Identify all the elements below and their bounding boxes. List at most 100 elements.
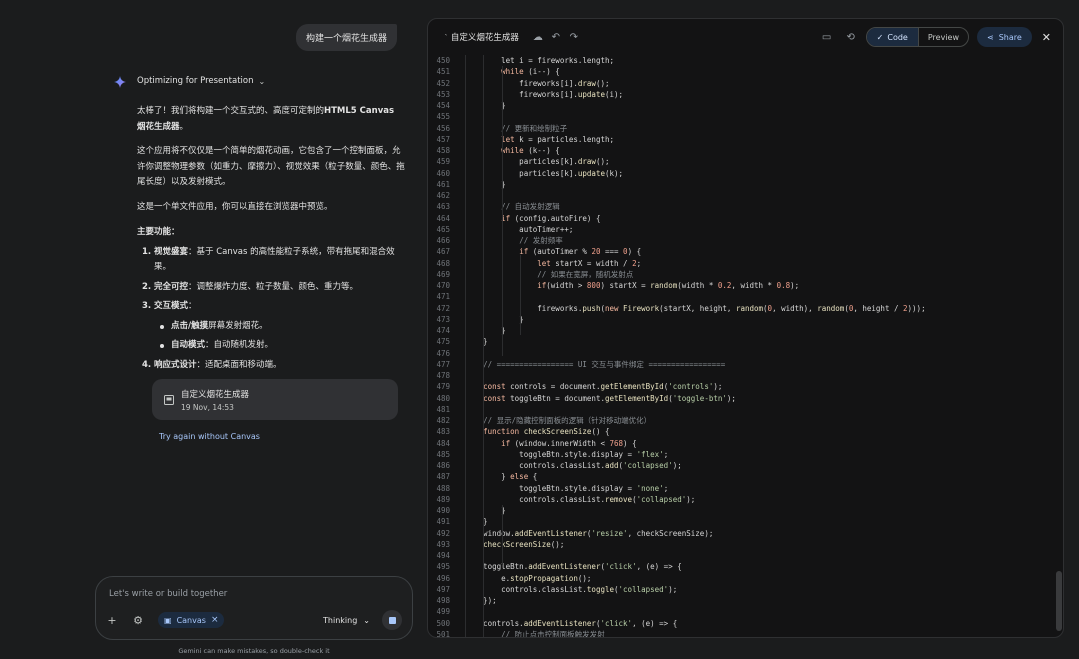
prompt-input[interactable]: Let's write or build together [109, 589, 227, 599]
redo-icon[interactable]: ↷ [567, 30, 581, 44]
canvas-card[interactable]: 自定义烟花生成器 19 Nov, 14:53 [152, 379, 398, 420]
thinking-toggle[interactable]: Optimizing for Presentation ⌄ [137, 76, 265, 86]
code-line: 480 const toggleBtn = document.getElemen… [428, 393, 1063, 404]
history-icon[interactable]: ⟲ [844, 30, 858, 44]
try-again-link[interactable]: Try again without Canvas [159, 432, 260, 441]
line-number: 464 [436, 213, 450, 223]
canvas-card-date: 19 Nov, 14:53 [181, 402, 234, 412]
code-line: 453 fireworks[i].update(i); [428, 89, 1063, 100]
code-line: 477 // ================= UI 交互与事件绑定 ====… [428, 359, 1063, 370]
list-item: 2. 完全可控：调整爆炸力度、粒子数量、颜色、重力等。 [142, 281, 359, 292]
close-icon[interactable]: ✕ [1042, 31, 1051, 44]
chevron-down-icon: ⌄ [363, 615, 370, 625]
line-number: 481 [436, 404, 450, 414]
console-icon[interactable]: ▭ [820, 30, 834, 44]
line-number: 483 [436, 427, 450, 437]
tab-preview[interactable]: Preview [919, 28, 968, 46]
code-line: 455 [428, 111, 1063, 122]
code-text: let k = particles.length; [501, 134, 615, 144]
code-line: 484 if (window.innerWidth < 768) { [428, 438, 1063, 449]
canvas-header: ‵ 自定义烟花生成器 ☁ ↶ ↷ ▭ ⟲ ✓ Code Preview ⋖ Sha… [428, 19, 1063, 55]
code-line: 495 toggleBtn.addEventListener('click', … [428, 561, 1063, 572]
code-text: // 自动发射逻辑 [501, 202, 560, 212]
code-line: 483 function checkScreenSize() { [428, 426, 1063, 437]
canvas-chip[interactable]: ▣ Canvas × [158, 612, 225, 628]
line-number: 451 [436, 67, 450, 77]
code-line: 478 [428, 370, 1063, 381]
code-text: controls.classList.remove('collapsed'); [465, 494, 696, 504]
code-text: // 发射频率 [519, 236, 563, 245]
line-number: 475 [436, 337, 450, 347]
code-line: 500 controls.addEventListener('click', (… [428, 618, 1063, 629]
code-line: 454 } [428, 100, 1063, 111]
features-heading: 主要功能： [137, 227, 180, 237]
code-line: 481 [428, 404, 1063, 415]
line-number: 477 [436, 359, 450, 369]
line-number: 453 [436, 89, 450, 99]
line-number: 450 [436, 56, 450, 65]
line-number: 470 [436, 281, 450, 290]
plus-icon[interactable]: + [106, 614, 118, 627]
code-text: // 如果在宽屏，随机发射点 [537, 269, 634, 279]
code-line: 468 let startX = width / 2; [428, 258, 1063, 269]
tab-code[interactable]: ✓ Code [866, 28, 919, 46]
list-item: 自动模式：自动随机发射。 [154, 338, 405, 354]
code-text: while (k--) { [501, 146, 560, 155]
stop-button[interactable] [382, 610, 402, 630]
document-icon [164, 394, 174, 405]
canvas-title: ‵ 自定义烟花生成器 [445, 32, 519, 44]
code-text: toggleBtn.addEventListener('click', (e) … [465, 562, 682, 572]
model-label: Thinking [323, 615, 358, 625]
line-number: 458 [436, 146, 450, 155]
undo-icon[interactable]: ↶ [549, 30, 563, 44]
code-editor[interactable]: 450 let i = fireworks.length; 451 while (… [428, 55, 1063, 637]
intro-paragraph: 太棒了！我们将构建一个交互式的、高度可定制的HTML5 Canvas 烟花生成器… [137, 106, 395, 132]
prompt-toolbar: + ⚙ ▣ Canvas × Thinking ⌄ [106, 610, 402, 630]
code-line: 493 checkScreenSize(); [428, 539, 1063, 550]
model-selector[interactable]: Thinking ⌄ [323, 616, 370, 625]
scrollbar-thumb[interactable] [1056, 571, 1062, 631]
code-text: autoTimer++; [465, 224, 574, 234]
line-number: 482 [436, 416, 450, 425]
code-line: 497 controls.classList.toggle('collapsed… [428, 584, 1063, 595]
code-line: 492 window.addEventListener('resize', ch… [428, 528, 1063, 539]
code-text: } [465, 314, 524, 324]
canvas-chip-label: Canvas [176, 615, 206, 625]
code-text: e.stopPropagation(); [465, 573, 592, 583]
code-line: 490 } [428, 505, 1063, 516]
code-line: 450 let i = fireworks.length; [428, 55, 1063, 66]
code-text: particles[k].update(k); [465, 168, 624, 178]
line-number: 496 [436, 573, 450, 583]
line-number: 498 [436, 596, 450, 605]
list-item: 点击/触摸屏幕发射烟花。 [154, 319, 405, 335]
code-line: 488 toggleBtn.style.display = 'none'; [428, 483, 1063, 494]
line-number: 493 [436, 539, 450, 549]
disclaimer: Gemini can make mistakes, so double-chec… [178, 647, 330, 655]
list-item: 3. 交互模式： 点击/触摸屏幕发射烟花。 自动模式：自动随机发射。 [137, 299, 405, 354]
share-button[interactable]: ⋖ Share [976, 27, 1032, 47]
line-number: 497 [436, 584, 450, 594]
code-line: 499 [428, 606, 1063, 617]
code-line: 474 } [428, 325, 1063, 336]
check-icon: ✓ [876, 32, 884, 42]
close-icon[interactable]: × [211, 615, 219, 625]
line-number: 467 [436, 247, 450, 257]
features-list: 1. 视觉盛宴：基于 Canvas 的高性能粒子系统，带有拖尾和混合效果。 2. 完… [137, 245, 405, 374]
scrollbar[interactable] [1056, 55, 1063, 637]
cloud-icon[interactable]: ☁ [531, 30, 545, 44]
line-number: 478 [436, 371, 450, 380]
line-number: 474 [436, 326, 450, 335]
canvas-chip-icon: ▣ [164, 615, 172, 625]
line-number: 476 [436, 348, 450, 358]
code-text: if (window.innerWidth < 768) { [501, 438, 637, 448]
code-line: 466 // 发射频率 [428, 235, 1063, 246]
code-line: 487 } else { [428, 471, 1063, 482]
line-number: 488 [436, 483, 450, 493]
line-number: 456 [436, 123, 450, 133]
code-line: 470 if(width > 800) startX = random(widt… [428, 280, 1063, 291]
prompt-box[interactable]: Let's write or build together + ⚙ ▣ Canv… [95, 576, 413, 640]
tools-icon[interactable]: ⚙ [132, 614, 144, 627]
